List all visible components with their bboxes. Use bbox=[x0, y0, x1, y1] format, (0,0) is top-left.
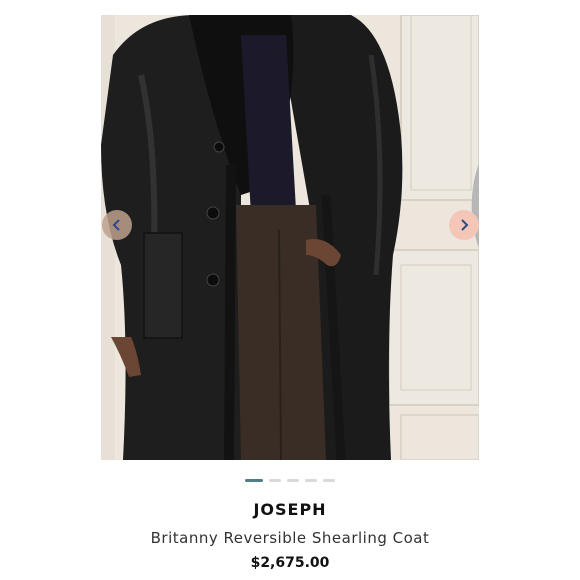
pagination-dot-2[interactable] bbox=[269, 479, 281, 482]
product-card: JOSEPH Britanny Reversible Shearling Coa… bbox=[0, 0, 580, 580]
product-title[interactable]: Britanny Reversible Shearling Coat bbox=[0, 529, 580, 547]
next-image-button[interactable] bbox=[449, 210, 479, 240]
chevron-right-icon bbox=[461, 219, 469, 231]
product-image-gallery[interactable] bbox=[101, 15, 479, 460]
product-image bbox=[101, 15, 479, 460]
pagination-dot-4[interactable] bbox=[305, 479, 317, 482]
pagination-dot-5[interactable] bbox=[323, 479, 335, 482]
brand-name[interactable]: JOSEPH bbox=[0, 500, 580, 519]
gallery-pagination bbox=[0, 479, 580, 482]
pagination-dot-3[interactable] bbox=[287, 479, 299, 482]
previous-image-button[interactable] bbox=[102, 210, 132, 240]
pagination-dot-1[interactable] bbox=[245, 479, 263, 482]
product-price: $2,675.00 bbox=[250, 555, 330, 571]
chevron-left-icon bbox=[112, 219, 120, 231]
search-icon bbox=[471, 163, 479, 249]
zoom-button[interactable] bbox=[449, 21, 479, 249]
